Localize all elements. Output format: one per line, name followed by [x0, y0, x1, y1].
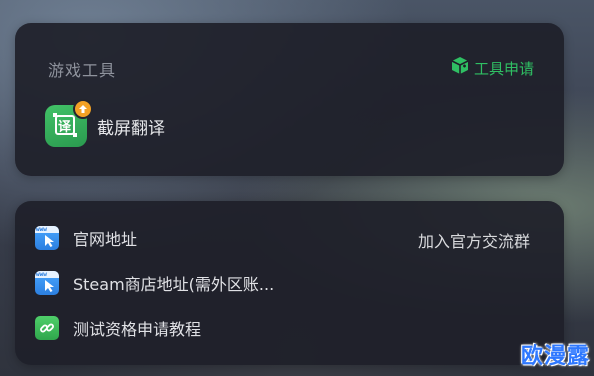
link-label: 测试资格申请教程: [73, 320, 202, 339]
watermark-logo: 欧漫露: [520, 344, 590, 369]
www-icon: www: [35, 226, 59, 250]
link-test-qualification-guide[interactable]: 测试资格申请教程: [35, 316, 201, 340]
links-card: 加入官方交流群 www 官网地址 www Steam商店地址(需外区账... 测…: [15, 201, 564, 365]
link-label: 官网地址: [73, 230, 138, 249]
link-label: Steam商店地址(需外区账...: [73, 275, 275, 294]
tool-apply-label: 工具申请: [473, 59, 534, 78]
www-icon: www: [35, 271, 59, 295]
link-official-site[interactable]: www 官网地址: [35, 226, 137, 250]
screenshot-translate-icon: 译: [45, 99, 93, 147]
upgrade-badge-icon: [73, 99, 93, 119]
tool-apply-link[interactable]: 工具申请: [450, 56, 534, 80]
section-title: 游戏工具: [48, 61, 117, 80]
link-icon: [35, 316, 59, 340]
tool-label: 截屏翻译: [97, 118, 165, 139]
game-tools-card: 游戏工具 工具申请 译 截屏翻译: [15, 23, 564, 176]
link-steam-store[interactable]: www Steam商店地址(需外区账...: [35, 271, 274, 295]
join-group-link[interactable]: 加入官方交流群: [418, 228, 530, 252]
cube-icon: [450, 56, 470, 80]
tool-item-screenshot-translate[interactable]: 译 截屏翻译: [45, 99, 165, 147]
